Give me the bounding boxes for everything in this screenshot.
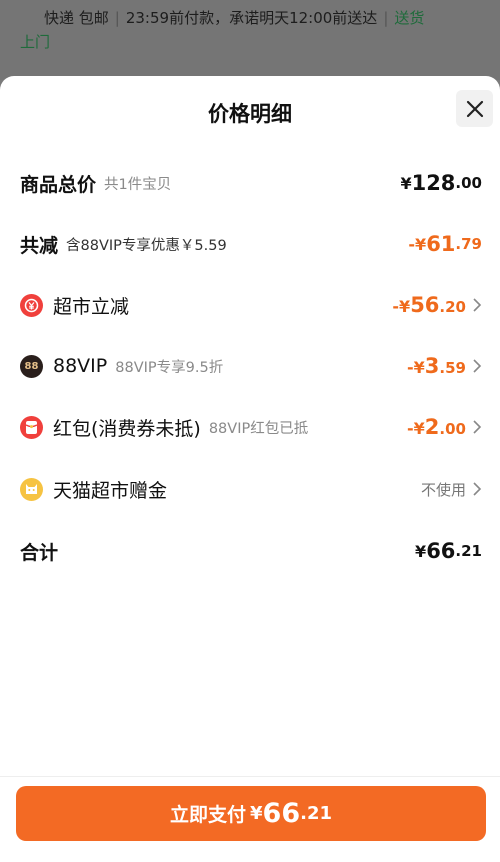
red-packet-note: 88VIP红包已抵: [208, 420, 309, 437]
amount-int: 128: [411, 171, 456, 195]
pay-currency: ¥: [250, 803, 263, 824]
vip-88-icon: 88: [20, 354, 43, 378]
price-detail-sheet: 价格明细 商品总价 共1件宝贝 ¥128.00 共减 含88VIP专享优惠￥5.…: [0, 76, 500, 862]
amount-int: 2: [424, 415, 440, 439]
supermarket-discount-amount: -¥56.20: [392, 293, 466, 317]
door-delivery-label-cont: 上门: [20, 33, 51, 51]
vip-label: 88VIP: [53, 355, 108, 377]
background-shipping-info: 快递 包邮 | 23:59前付款，承诺明天12:00前送达 | 送货 上门: [0, 0, 500, 80]
door-delivery-label: 送货: [394, 9, 425, 27]
amount-dec: .21: [455, 542, 482, 560]
amount-int: 61: [426, 232, 456, 256]
sum-amount: ¥66.21: [415, 539, 482, 563]
chevron-right-icon: [473, 482, 482, 496]
vip-discount-amount: -¥3.59: [407, 354, 466, 378]
sheet-title: 价格明细: [208, 102, 292, 126]
coupon-yen-icon: [20, 293, 43, 317]
pay-amount-int: 66: [262, 798, 301, 829]
supermarket-discount-label: 超市立减: [53, 295, 130, 318]
currency: -¥: [407, 419, 425, 438]
row-sum: 合计 ¥66.21: [20, 534, 482, 568]
divider: |: [114, 9, 120, 27]
sum-label: 合计: [20, 541, 59, 564]
chevron-right-icon: [473, 298, 482, 312]
row-goods-total: 商品总价 共1件宝贝 ¥128.00: [20, 166, 482, 200]
pay-now-button[interactable]: 立即支付 ¥ 66 .21: [16, 786, 486, 841]
row-red-packet[interactable]: 红包(消费券未抵) 88VIP红包已抵 -¥2.00: [20, 410, 482, 444]
tmall-cat-icon: [20, 477, 43, 501]
amount-dec: .20: [439, 298, 466, 316]
amount-dec: .79: [455, 235, 482, 253]
amount-int: 66: [426, 539, 456, 563]
currency: ¥: [415, 541, 427, 561]
row-88vip-discount[interactable]: 88 88VIP 88VIP专享9.5折 -¥3.59: [20, 349, 482, 383]
chevron-right-icon: [473, 420, 482, 434]
total-discount-amount: -¥ 61.79: [408, 232, 482, 256]
gift-credit-label: 天猫超市赠金: [53, 479, 168, 502]
chevron-right-icon: [473, 359, 482, 373]
divider: |: [383, 9, 389, 27]
amount-dec: .59: [439, 359, 466, 377]
row-tmall-gift-credit[interactable]: 天猫超市赠金 不使用: [20, 472, 482, 506]
total-discount-label: 共减: [20, 234, 59, 257]
close-icon: [466, 100, 483, 117]
red-packet-label: 红包(消费券未抵): [53, 417, 201, 440]
delivery-promise: 23:59前付款，承诺明天12:00前送达: [125, 9, 378, 27]
footer-divider: [0, 776, 500, 777]
currency: -¥: [392, 297, 411, 316]
pay-now-label: 立即支付: [169, 804, 246, 826]
row-supermarket-discount[interactable]: 超市立减 -¥56.20: [20, 288, 482, 322]
vip-note: 88VIP专享9.5折: [115, 359, 224, 376]
close-button[interactable]: [456, 90, 493, 127]
row-total-discount: 共减 含88VIP专享优惠￥5.59 -¥ 61.79: [20, 227, 482, 261]
pay-amount-dec: .21: [300, 803, 332, 824]
red-packet-amount: -¥2.00: [407, 415, 466, 439]
currency: -¥: [407, 358, 425, 377]
red-packet-icon: [20, 415, 43, 439]
currency: -¥: [408, 234, 427, 254]
currency: ¥: [400, 173, 412, 193]
amount-int: 56: [410, 293, 440, 317]
shipping-method: 快递 包邮: [44, 9, 109, 27]
goods-total-label: 商品总价: [20, 173, 97, 196]
vip-discount-note: 含88VIP专享优惠￥5.59: [66, 237, 227, 254]
amount-dec: .00: [439, 420, 466, 438]
goods-total-amount: ¥128.00: [400, 171, 482, 195]
amount-dec: .00: [455, 174, 482, 192]
amount-int: 3: [424, 354, 440, 378]
goods-count: 共1件宝贝: [104, 176, 172, 193]
gift-credit-status: 不使用: [420, 480, 466, 499]
